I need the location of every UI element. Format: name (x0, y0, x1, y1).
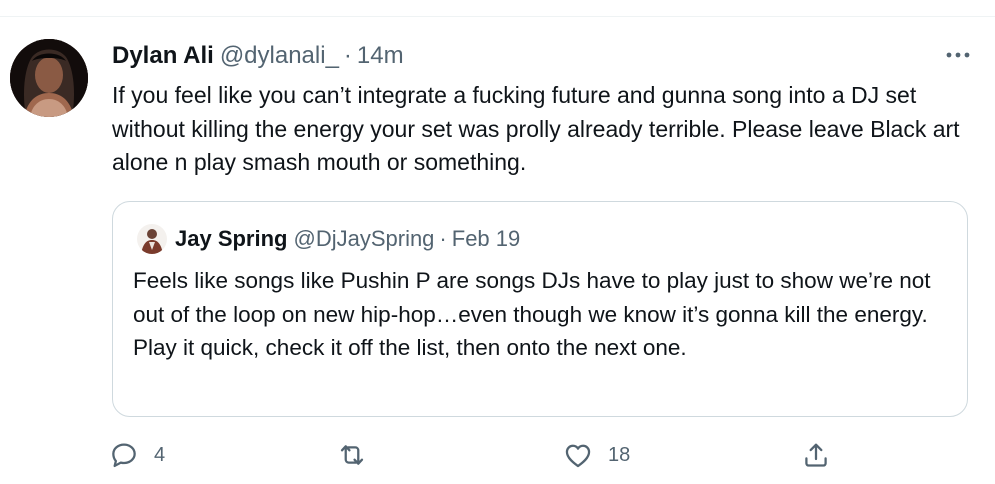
tweet-timestamp[interactable]: 14m (357, 42, 404, 70)
quoted-tweet-text: Feels like songs like Pushin P are songs… (133, 268, 931, 360)
like-count: 18 (608, 443, 631, 466)
more-options-button[interactable] (945, 45, 971, 65)
reply-count: 4 (154, 443, 166, 466)
more-horizontal-icon (946, 52, 970, 58)
heart-icon (565, 444, 591, 468)
reply-icon (112, 443, 136, 468)
retweet-icon (340, 445, 364, 465)
quoted-tweet-header: Jay Spring @DjJaySpring · Feb 19 (137, 224, 520, 254)
quoted-tweet-timestamp[interactable]: Feb 19 (452, 226, 521, 252)
retweet-button[interactable] (336, 435, 382, 475)
quoted-tweet[interactable]: Jay Spring @DjJaySpring · Feb 19 Feels l… (112, 201, 968, 417)
quoted-author-handle[interactable]: @DjJaySpring (293, 226, 434, 252)
separator-dot: · (343, 42, 352, 69)
tweet-actions: 4 18 (0, 435, 995, 475)
like-button[interactable]: 18 (562, 435, 630, 475)
tweet-content: Dylan Ali @dylanali_ · 14m If you feel l… (112, 39, 972, 417)
author-name[interactable]: Dylan Ali (112, 42, 214, 70)
share-icon (805, 443, 827, 467)
author-handle[interactable]: @dylanali_ (220, 42, 339, 70)
quoted-author-avatar[interactable] (137, 224, 167, 254)
reply-button[interactable]: 4 (108, 435, 165, 475)
author-avatar[interactable] (10, 39, 88, 117)
tweet[interactable]: Dylan Ali @dylanali_ · 14m If you feel l… (0, 17, 995, 484)
tweet-header: Dylan Ali @dylanali_ · 14m (112, 39, 972, 73)
share-button[interactable] (800, 435, 846, 475)
tweet-text: If you feel like you can’t integrate a f… (112, 82, 960, 175)
quoted-author-name[interactable]: Jay Spring (175, 226, 287, 252)
quoted-separator-dot: · (439, 226, 447, 251)
